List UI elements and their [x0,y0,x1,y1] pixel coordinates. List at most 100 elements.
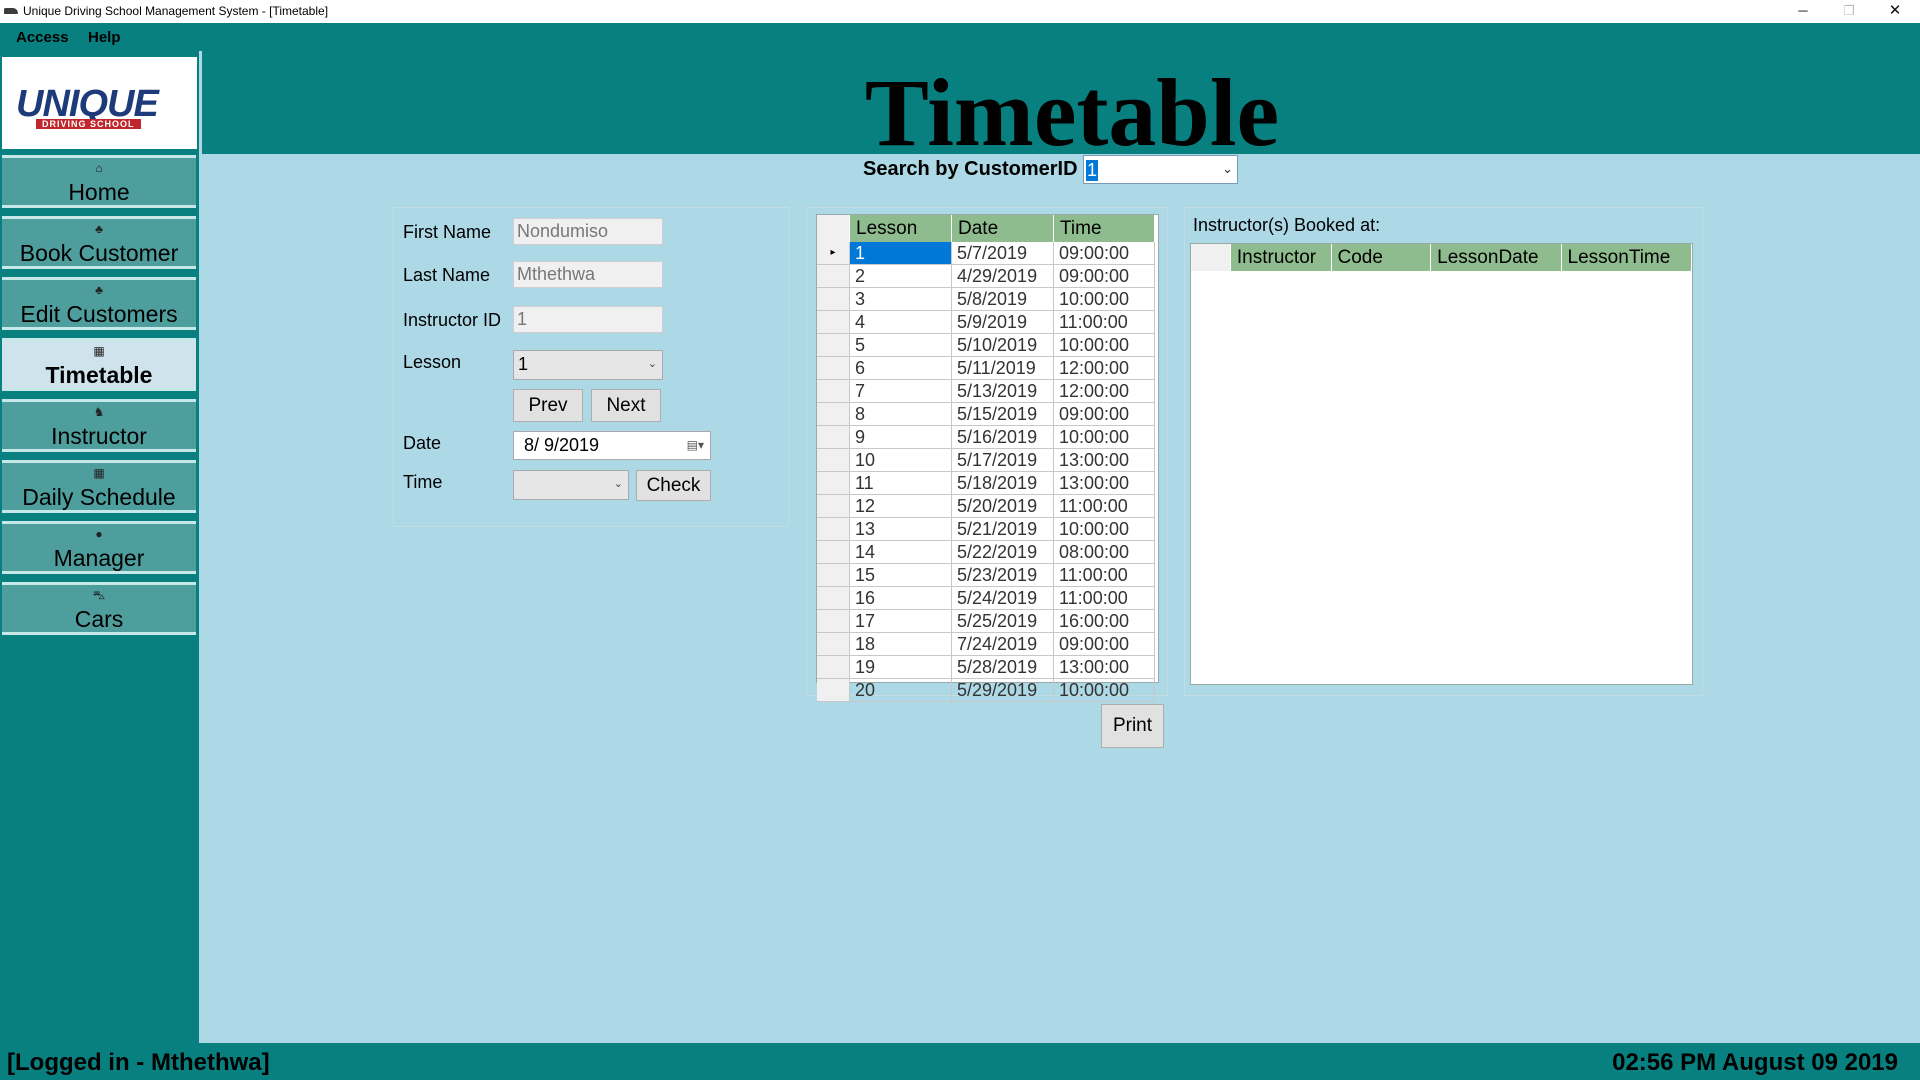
row-header[interactable] [817,471,850,495]
cell-lesson[interactable]: 3 [849,287,952,311]
table-row[interactable]: 9 5/16/2019 10:00:00 [817,425,1155,449]
row-header[interactable] [817,494,850,518]
row-header[interactable] [817,333,850,357]
table-row[interactable]: 3 5/8/2019 10:00:00 [817,287,1155,311]
row-header[interactable] [817,563,850,587]
cell-lesson[interactable]: 5 [849,333,952,357]
cell-time[interactable]: 13:00:00 [1053,655,1155,679]
column-header-lessondate[interactable]: LessonDate [1430,244,1562,271]
table-row[interactable]: 5 5/10/2019 10:00:00 [817,333,1155,357]
cell-time[interactable]: 10:00:00 [1053,333,1155,357]
sidebar-item-home[interactable]: ⌂ Home [2,155,196,208]
row-header[interactable] [817,678,850,702]
cell-time[interactable]: 13:00:00 [1053,448,1155,472]
current-row-indicator-icon[interactable]: ▸ [817,242,850,265]
column-header-lessontime[interactable]: LessonTime [1561,244,1693,271]
cell-date[interactable]: 7/24/2019 [951,632,1054,656]
sidebar-item-daily-schedule[interactable]: ▦ Daily Schedule [2,460,196,513]
cell-lesson[interactable]: 9 [849,425,952,449]
cell-lesson[interactable]: 6 [849,356,952,380]
cell-time[interactable]: 12:00:00 [1053,379,1155,403]
cell-lesson[interactable]: 8 [849,402,952,426]
sidebar-item-manager[interactable]: ● Manager [2,521,196,574]
next-button[interactable]: Next [591,389,661,422]
cell-lesson[interactable]: 15 [849,563,952,587]
cell-date[interactable]: 5/7/2019 [951,242,1054,265]
row-header[interactable] [817,402,850,426]
sidebar-item-book-customer[interactable]: ♣ Book Customer [2,216,196,269]
table-row[interactable]: ▸ 1 5/7/2019 09:00:00 [817,242,1155,265]
table-row[interactable]: 13 5/21/2019 10:00:00 [817,517,1155,541]
cell-lesson[interactable]: 19 [849,655,952,679]
cell-time[interactable]: 11:00:00 [1053,310,1155,334]
table-row[interactable]: 18 7/24/2019 09:00:00 [817,632,1155,656]
row-header[interactable] [817,356,850,380]
column-header-lesson[interactable]: Lesson [849,215,952,242]
cell-time[interactable]: 10:00:00 [1053,678,1155,702]
cell-date[interactable]: 5/17/2019 [951,448,1054,472]
column-header-date[interactable]: Date [951,215,1054,242]
row-header[interactable] [817,425,850,449]
sidebar-item-instructor[interactable]: ♞ Instructor [2,399,196,452]
cell-lesson[interactable]: 17 [849,609,952,633]
column-header-code[interactable]: Code [1331,244,1432,271]
cell-date[interactable]: 5/22/2019 [951,540,1054,564]
lessons-grid[interactable]: Lesson Date Time ▸ 1 5/7/2019 09:00:00 2 4/29… [816,214,1159,702]
sidebar-item-timetable[interactable]: ▦ Timetable [2,338,196,391]
row-header[interactable] [817,586,850,610]
minimize-button[interactable]: ─ [1780,0,1826,23]
cell-time[interactable]: 09:00:00 [1053,632,1155,656]
table-row[interactable]: 15 5/23/2019 11:00:00 [817,563,1155,587]
cell-date[interactable]: 5/21/2019 [951,517,1054,541]
table-row[interactable]: 14 5/22/2019 08:00:00 [817,540,1155,564]
cell-date[interactable]: 5/24/2019 [951,586,1054,610]
cell-date[interactable]: 5/25/2019 [951,609,1054,633]
cell-time[interactable]: 12:00:00 [1053,356,1155,380]
row-header[interactable] [817,287,850,311]
row-header[interactable] [817,540,850,564]
cell-lesson[interactable]: 11 [849,471,952,495]
table-row[interactable]: 2 4/29/2019 09:00:00 [817,264,1155,288]
cell-date[interactable]: 5/9/2019 [951,310,1054,334]
cell-date[interactable]: 4/29/2019 [951,264,1054,288]
cell-lesson[interactable]: 16 [849,586,952,610]
booked-grid[interactable]: Instructor Code LessonDate LessonTime [1190,243,1693,685]
cell-lesson[interactable]: 14 [849,540,952,564]
row-header[interactable] [817,264,850,288]
cell-time[interactable]: 11:00:00 [1053,563,1155,587]
table-row[interactable]: 6 5/11/2019 12:00:00 [817,356,1155,380]
cell-date[interactable]: 5/15/2019 [951,402,1054,426]
cell-date[interactable]: 5/28/2019 [951,655,1054,679]
lesson-select[interactable]: 1 ⌄ [513,350,663,380]
cell-date[interactable]: 5/29/2019 [951,678,1054,702]
row-header[interactable] [817,655,850,679]
cell-time[interactable]: 09:00:00 [1053,402,1155,426]
cell-lesson[interactable]: 13 [849,517,952,541]
table-row[interactable]: 20 5/29/2019 10:00:00 [817,678,1155,702]
cell-time[interactable]: 11:00:00 [1053,494,1155,518]
cell-date[interactable]: 5/23/2019 [951,563,1054,587]
table-row[interactable]: 12 5/20/2019 11:00:00 [817,494,1155,518]
cell-lesson[interactable]: 4 [849,310,952,334]
cell-lesson[interactable]: 20 [849,678,952,702]
last-name-field[interactable]: Mthethwa [513,261,663,288]
row-header[interactable] [817,310,850,334]
table-row[interactable]: 11 5/18/2019 13:00:00 [817,471,1155,495]
row-header[interactable] [817,517,850,541]
prev-button[interactable]: Prev [513,389,583,422]
customer-id-combo[interactable]: 1 ⌄ [1083,155,1238,184]
instructor-id-field[interactable]: 1 [513,306,663,333]
table-row[interactable]: 7 5/13/2019 12:00:00 [817,379,1155,403]
cell-lesson[interactable]: 12 [849,494,952,518]
maximize-button[interactable]: ❐ [1826,0,1872,23]
sidebar-item-edit-customers[interactable]: ♣ Edit Customers [2,277,196,330]
cell-time[interactable]: 10:00:00 [1053,425,1155,449]
column-header-time[interactable]: Time [1053,215,1155,242]
cell-lesson[interactable]: 2 [849,264,952,288]
row-header[interactable] [817,609,850,633]
cell-time[interactable]: 11:00:00 [1053,586,1155,610]
cell-lesson[interactable]: 10 [849,448,952,472]
cell-date[interactable]: 5/8/2019 [951,287,1054,311]
sidebar-item-cars[interactable]: ⛍ Cars [2,582,196,635]
cell-date[interactable]: 5/20/2019 [951,494,1054,518]
